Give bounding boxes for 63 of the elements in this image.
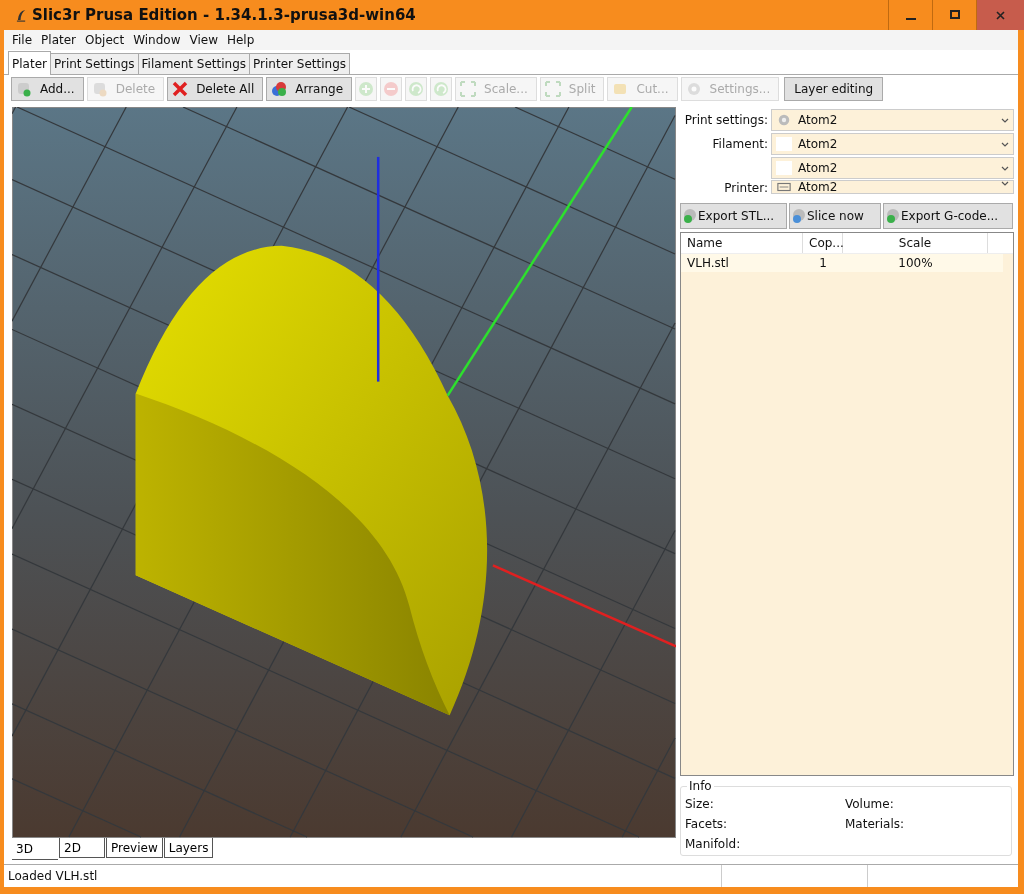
toolbar-button[interactable]: Add... bbox=[11, 77, 84, 101]
status-text: Loaded VLH.stl bbox=[7, 868, 99, 885]
info-label: Materials: bbox=[845, 817, 906, 831]
menu-item[interactable]: View bbox=[189, 33, 218, 47]
object-drawing[interactable] bbox=[135, 245, 488, 716]
info-label: Size: bbox=[685, 797, 715, 811]
table-cell-text: 100% bbox=[897, 256, 934, 270]
rotate-icon bbox=[408, 81, 425, 97]
preset-label: Printer: bbox=[723, 181, 768, 195]
view-tab[interactable]: Layers bbox=[163, 838, 214, 858]
preset-dropdown[interactable]: Atom2 bbox=[771, 133, 1014, 155]
shape-icon bbox=[91, 81, 108, 97]
chevron-icon bbox=[1001, 141, 1009, 147]
column-header[interactable]: Name bbox=[681, 233, 803, 253]
action-button[interactable]: Export STL... bbox=[680, 203, 787, 229]
app-icon bbox=[16, 8, 27, 22]
preset-label: Filament: bbox=[711, 137, 768, 151]
tab[interactable]: Printer Settings bbox=[249, 53, 350, 74]
window-title: Slic3r Prusa Edition - 1.34.1.3-prusa3d-win64 bbox=[32, 6, 416, 24]
view-tab[interactable]: 2D bbox=[59, 838, 105, 858]
close-icon bbox=[996, 10, 1005, 20]
preset-dropdown[interactable]: Atom2 bbox=[771, 157, 1014, 179]
chevron-icon bbox=[1001, 165, 1009, 171]
column-header[interactable]: Scale bbox=[843, 233, 988, 253]
rotate-icon bbox=[433, 81, 450, 97]
table-row[interactable]: VLH.stl 1 100% bbox=[681, 254, 1003, 272]
table-cell-text: VLH.stl bbox=[686, 256, 730, 270]
info-title: Info bbox=[687, 779, 714, 793]
action-button[interactable]: Slice now bbox=[789, 203, 881, 229]
menu-item[interactable]: Plater bbox=[41, 33, 77, 47]
minimize-icon bbox=[905, 18, 916, 20]
toolbar-button[interactable]: Layer editing bbox=[784, 77, 884, 101]
view-tab[interactable]: Preview bbox=[106, 838, 163, 858]
shape-icon bbox=[16, 81, 32, 97]
chevron-icon bbox=[1001, 117, 1009, 123]
tab[interactable]: Print Settings bbox=[49, 53, 139, 74]
info-label: Volume: bbox=[845, 797, 895, 811]
maximize-icon bbox=[949, 10, 960, 20]
shape-icon bbox=[544, 81, 561, 97]
table-cell-text: 1 bbox=[818, 256, 828, 270]
tab[interactable]: Plater bbox=[8, 51, 51, 75]
preset-label: Print settings: bbox=[683, 113, 768, 127]
info-label: Facets: bbox=[685, 817, 729, 831]
printer-icon bbox=[776, 180, 792, 193]
tab[interactable]: Filament Settings bbox=[137, 53, 251, 74]
cross-icon bbox=[172, 81, 189, 97]
action-button[interactable]: Export G-code... bbox=[883, 203, 1013, 229]
minus-icon bbox=[383, 81, 400, 97]
preset-dropdown[interactable]: Atom2 bbox=[771, 109, 1014, 131]
chevron-icon bbox=[1001, 180, 1009, 186]
shape-icon bbox=[271, 81, 288, 97]
plus-icon bbox=[358, 81, 375, 97]
toolbar-button[interactable]: Arrange bbox=[266, 77, 353, 101]
shape-icon bbox=[460, 81, 477, 97]
preset-dropdown[interactable]: Atom2 bbox=[771, 179, 1014, 194]
menu-item[interactable]: File bbox=[12, 33, 33, 47]
menu-item[interactable]: Object bbox=[85, 33, 125, 47]
toolbar-button[interactable]: Delete All bbox=[167, 77, 264, 101]
info-label: Manifold: bbox=[685, 837, 742, 851]
shape-icon bbox=[612, 81, 629, 97]
column-header[interactable]: Cop... bbox=[803, 233, 843, 253]
menu-item[interactable]: Window bbox=[133, 33, 181, 47]
menu-item[interactable]: Help bbox=[226, 33, 255, 47]
